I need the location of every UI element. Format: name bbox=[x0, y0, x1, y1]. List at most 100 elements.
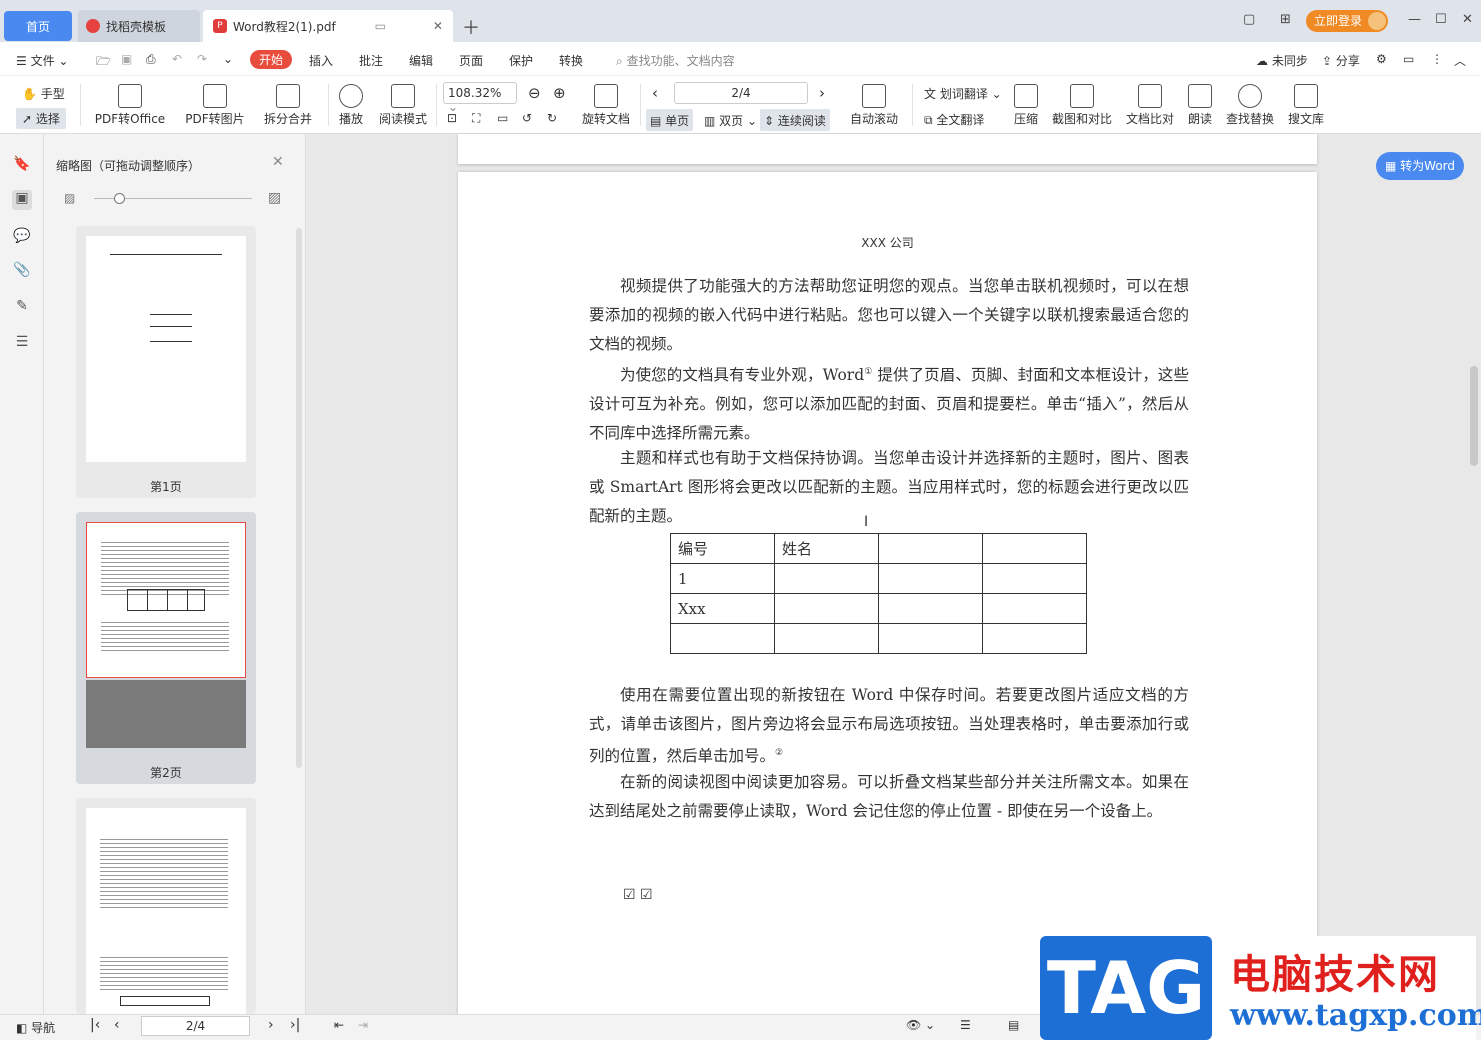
menu-annotate[interactable]: 批注 bbox=[359, 52, 383, 69]
pdf-to-office-button[interactable]: PDF转Office bbox=[90, 84, 170, 127]
fit-width-icon[interactable]: ▭ bbox=[497, 111, 508, 125]
menu-page[interactable]: 页面 bbox=[459, 52, 483, 69]
thumbnail-page-2[interactable]: 第2页 bbox=[76, 512, 256, 784]
close-window-icon[interactable]: ✕ bbox=[1462, 12, 1473, 27]
share-button[interactable]: ⇪ 分享 bbox=[1322, 52, 1360, 69]
play-label: 播放 bbox=[338, 112, 363, 126]
compress-button[interactable]: 压缩 bbox=[1010, 84, 1042, 127]
thumbnail-icon[interactable]: ▣ bbox=[12, 190, 32, 210]
convert-to-word-button[interactable]: ▦ 转为Word bbox=[1376, 152, 1464, 180]
large-image-icon[interactable]: ▨ bbox=[268, 190, 281, 206]
read-aloud-button[interactable]: 朗读 bbox=[1186, 84, 1214, 127]
auto-scroll-button[interactable]: 自动滚动 bbox=[844, 84, 904, 127]
find-replace-button[interactable]: 查找替换 bbox=[1224, 84, 1276, 127]
layers-icon[interactable]: ☰ bbox=[12, 334, 32, 354]
continuous-view-icon[interactable]: ☰ bbox=[960, 1018, 971, 1032]
thumbnail-page-3[interactable] bbox=[76, 798, 256, 1014]
save-icon[interactable]: ▣ bbox=[121, 52, 132, 66]
actual-size-icon[interactable]: ⊡ bbox=[447, 111, 457, 125]
word-translate-button[interactable]: 文 划词翻译 ⌄ bbox=[924, 85, 1002, 102]
small-image-icon[interactable]: ▨ bbox=[64, 191, 75, 205]
translate-icon: 文 bbox=[924, 87, 937, 101]
layout-icon[interactable]: ▢ bbox=[1243, 12, 1255, 27]
undo-icon[interactable]: ↶ bbox=[172, 52, 182, 66]
bookmark-icon[interactable]: 🔖 bbox=[12, 156, 32, 176]
table-cell bbox=[982, 563, 1087, 594]
forward-icon[interactable]: ⇥ bbox=[358, 1018, 368, 1032]
minimize-icon[interactable]: — bbox=[1408, 12, 1421, 27]
rotate-doc-button[interactable]: 旋转文档 bbox=[580, 84, 632, 127]
menu-file[interactable]: ☰ 文件 ⌄ bbox=[16, 52, 68, 69]
menu-edit[interactable]: 编辑 bbox=[409, 52, 433, 69]
zoom-in-icon[interactable]: ⊕ bbox=[553, 84, 566, 102]
pdf-to-image-button[interactable]: PDF转图片 bbox=[184, 84, 246, 127]
play-button[interactable]: 播放 bbox=[336, 84, 366, 127]
search-library-button[interactable]: 搜文库 bbox=[1286, 84, 1326, 127]
collapse-ribbon-icon[interactable]: ︿ bbox=[1454, 52, 1466, 69]
menu-start[interactable]: 开始 bbox=[250, 50, 293, 69]
screenshot-compare-label: 截图和对比 bbox=[1051, 112, 1112, 126]
tab-template[interactable]: 找稻壳模板 bbox=[78, 10, 200, 42]
settings-icon[interactable]: ⚙ bbox=[1376, 52, 1387, 66]
rotate-left-icon[interactable]: ↺ bbox=[522, 111, 532, 125]
first-page-icon[interactable]: |‹ bbox=[90, 1017, 100, 1033]
comment-icon[interactable]: 💬 bbox=[12, 228, 32, 248]
redo-icon[interactable]: ↷ bbox=[197, 52, 207, 66]
prev-page-icon[interactable]: ‹ bbox=[652, 84, 658, 102]
more-chevron-icon[interactable]: ⌄ bbox=[223, 52, 233, 66]
apps-grid-icon[interactable]: ⊞ bbox=[1280, 12, 1291, 27]
last-page-icon[interactable]: ›| bbox=[290, 1017, 300, 1033]
close-panel-icon[interactable]: ✕ bbox=[272, 154, 284, 170]
slider-handle[interactable] bbox=[114, 193, 125, 204]
hand-tool[interactable]: ✋ 手型 bbox=[22, 85, 65, 102]
table-row: 1 bbox=[670, 563, 1087, 594]
prev-page-icon[interactable]: ‹ bbox=[114, 1017, 120, 1033]
select-tool[interactable]: ➚ 选择 bbox=[16, 108, 66, 129]
menu-convert[interactable]: 转换 bbox=[559, 52, 583, 69]
double-page-button[interactable]: ▥ 双页 ⌄ bbox=[700, 109, 761, 131]
tab-home[interactable]: 首页 bbox=[4, 11, 72, 41]
status-page-input[interactable]: 2/4 bbox=[141, 1016, 250, 1036]
thumbnail-page-1[interactable]: 第1页 bbox=[76, 226, 256, 498]
split-merge-label: 拆分合并 bbox=[263, 112, 312, 126]
zoom-out-icon[interactable]: ⊖ bbox=[528, 84, 541, 102]
screenshot-icon bbox=[1070, 84, 1094, 108]
sign-icon[interactable]: ✎ bbox=[12, 298, 32, 318]
full-translate-button[interactable]: ⧉ 全文翻译 bbox=[924, 111, 984, 128]
window-mode-icon[interactable]: ▭ bbox=[375, 19, 386, 33]
next-page-icon[interactable]: › bbox=[268, 1017, 274, 1033]
read-mode-button[interactable]: 阅读模式 bbox=[376, 84, 430, 127]
fit-page-icon[interactable]: ⛶ bbox=[472, 111, 480, 126]
continuous-read-button[interactable]: ⇕ 连续阅读 bbox=[760, 109, 830, 131]
tab-document[interactable]: P Word教程2(1).pdf ▭ ✕ bbox=[203, 10, 453, 42]
menu-protect[interactable]: 保护 bbox=[509, 52, 533, 69]
feedback-icon[interactable]: ▭ bbox=[1403, 52, 1414, 66]
open-icon[interactable]: 🗁 bbox=[96, 52, 111, 73]
back-icon[interactable]: ⇤ bbox=[334, 1018, 344, 1032]
document-scrollbar[interactable] bbox=[1470, 366, 1478, 466]
new-tab-icon[interactable]: ＋ bbox=[462, 14, 480, 40]
rotate-right-icon[interactable]: ↻ bbox=[547, 111, 557, 125]
page-input[interactable]: 2/4 bbox=[674, 82, 808, 104]
more-icon[interactable]: ⋮ bbox=[1431, 52, 1443, 66]
single-view-icon[interactable]: ▤ bbox=[1008, 1018, 1019, 1032]
single-page-button[interactable]: ▤ 单页 bbox=[646, 109, 694, 131]
print-icon[interactable]: ⎙ bbox=[146, 52, 156, 67]
login-button[interactable]: 立即登录 bbox=[1306, 10, 1388, 32]
next-page-icon[interactable]: › bbox=[819, 84, 825, 102]
eye-protect-icon[interactable]: 👁 ⌄ bbox=[906, 1018, 935, 1032]
sync-status[interactable]: ☁ 未同步 bbox=[1256, 52, 1308, 69]
menu-insert[interactable]: 插入 bbox=[309, 52, 333, 69]
attachment-icon[interactable]: 📎 bbox=[12, 262, 32, 282]
panel-scrollbar[interactable] bbox=[296, 228, 302, 768]
doc-compare-button[interactable]: 文档比对 bbox=[1124, 84, 1176, 127]
screenshot-compare-button[interactable]: 截图和对比 bbox=[1050, 84, 1114, 127]
zoom-select[interactable]: 108.32% ⌄ bbox=[443, 82, 517, 114]
nav-toggle[interactable]: ◧ 导航 bbox=[16, 1019, 55, 1036]
search-box[interactable]: ⌕ 查找功能、文档内容 bbox=[616, 52, 735, 69]
page-indicator: 2/4 bbox=[731, 86, 751, 100]
split-merge-button[interactable]: 拆分合并 bbox=[258, 84, 318, 127]
double-page-icon: ▥ bbox=[704, 114, 716, 128]
maximize-icon[interactable]: ☐ bbox=[1435, 12, 1447, 27]
close-tab-icon[interactable]: ✕ bbox=[433, 19, 443, 33]
